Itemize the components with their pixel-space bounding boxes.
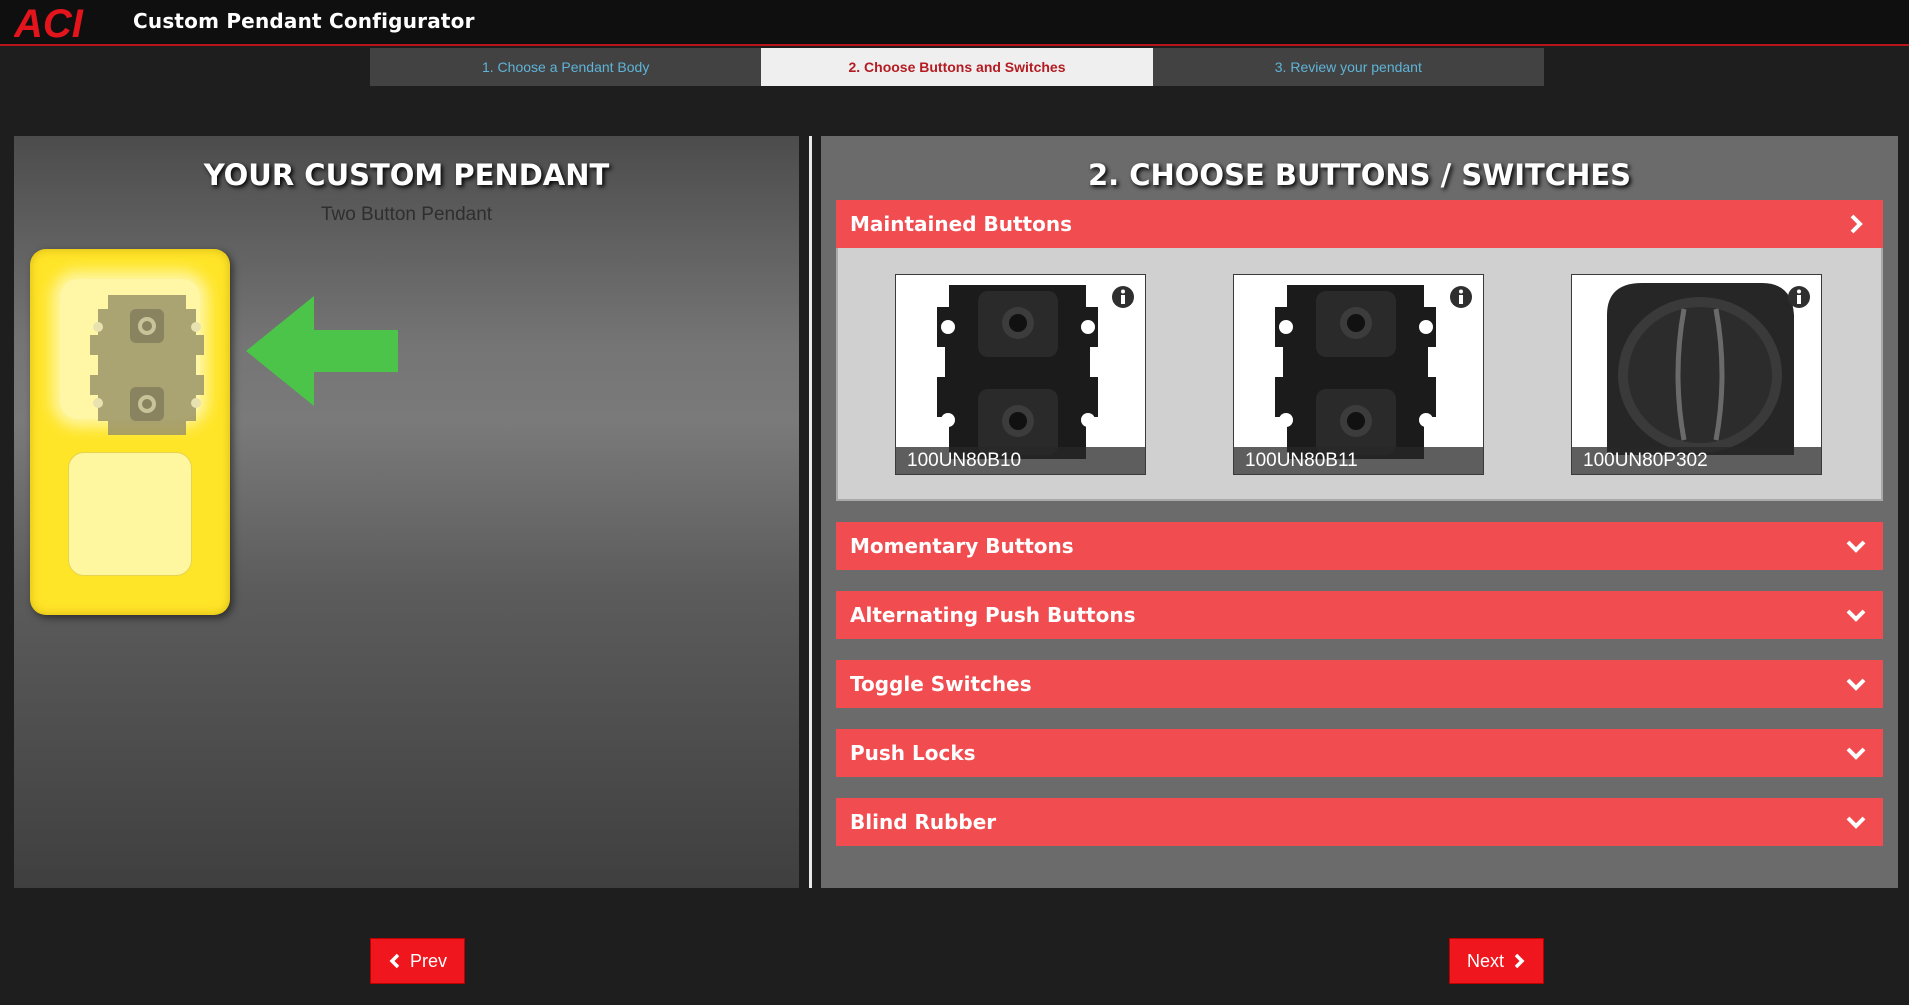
pendant-body <box>30 249 230 615</box>
product-code: 100UN80B11 <box>1234 447 1483 474</box>
next-label: Next <box>1466 950 1504 971</box>
section-label: Momentary Buttons <box>850 534 1074 558</box>
button-insert-image <box>937 285 1098 459</box>
tab-choose-pendant-body[interactable]: 1. Choose a Pendant Body <box>370 48 762 86</box>
chevron-down-icon <box>1846 747 1866 760</box>
section-label: Blind Rubber <box>850 810 997 834</box>
section-label: Alternating Push Buttons <box>850 603 1136 627</box>
chevron-right-icon <box>1850 214 1863 234</box>
info-icon[interactable] <box>1787 285 1811 309</box>
next-button[interactable]: Next <box>1449 938 1544 984</box>
logo-text: ACI <box>14 2 84 44</box>
section-label: Maintained Buttons <box>850 212 1072 236</box>
chevron-right-icon <box>1514 953 1525 969</box>
step-tabs: 1. Choose a Pendant Body 2. Choose Butto… <box>370 48 1544 86</box>
button-category-accordion: Maintained Buttons 100UN80B10 100UN80B11… <box>836 200 1883 846</box>
choose-buttons-title: 2. CHOOSE BUTTONS / SWITCHES <box>1087 158 1632 192</box>
product-card-100UN80B11[interactable]: 100UN80B11 <box>1233 274 1484 475</box>
top-bar: ACI Custom Pendant Configurator <box>0 0 1909 46</box>
app-title: Custom Pendant Configurator <box>133 9 475 33</box>
chevron-down-icon <box>1846 609 1866 622</box>
product-card-100UN80P302[interactable]: 100UN80P302 <box>1571 274 1822 475</box>
chevron-left-icon <box>389 953 400 969</box>
pendant-preview-panel: YOUR CUSTOM PENDANT Two Button Pendant <box>14 136 799 888</box>
section-push-locks[interactable]: Push Locks <box>836 729 1883 777</box>
prev-label: Prev <box>409 950 447 971</box>
info-icon[interactable] <box>1449 285 1473 309</box>
tab-choose-buttons-switches[interactable]: 2. Choose Buttons and Switches <box>761 48 1153 86</box>
arrow-left-icon <box>246 296 398 406</box>
info-icon[interactable] <box>1111 285 1135 309</box>
pendant-slot-2[interactable] <box>68 452 192 576</box>
product-card-100UN80B10[interactable]: 100UN80B10 <box>895 274 1146 475</box>
aci-logo[interactable]: ACI <box>14 0 100 44</box>
pendant-name: Two Button Pendant <box>320 204 493 225</box>
chevron-down-icon <box>1846 540 1866 553</box>
section-alternating-push-buttons[interactable]: Alternating Push Buttons <box>836 591 1883 639</box>
tab-review-pendant[interactable]: 3. Review your pendant <box>1152 48 1544 86</box>
chevron-down-icon <box>1846 816 1866 829</box>
panel-divider <box>809 136 812 888</box>
chevron-down-icon <box>1846 678 1866 691</box>
maintained-buttons-list: 100UN80B10 100UN80B11 100UN80P302 <box>836 248 1883 501</box>
choose-buttons-panel: 2. CHOOSE BUTTONS / SWITCHES Maintained … <box>821 136 1898 888</box>
pendant-preview-title: YOUR CUSTOM PENDANT <box>203 158 610 192</box>
product-code: 100UN80B10 <box>896 447 1145 474</box>
section-maintained-buttons[interactable]: Maintained Buttons <box>836 200 1883 248</box>
section-label: Push Locks <box>850 741 976 765</box>
section-toggle-switches[interactable]: Toggle Switches <box>836 660 1883 708</box>
rubber-boot-image <box>1607 283 1794 455</box>
section-momentary-buttons[interactable]: Momentary Buttons <box>836 522 1883 570</box>
button-insert-image <box>1275 285 1436 459</box>
selected-button-icon <box>90 295 204 435</box>
section-label: Toggle Switches <box>850 672 1032 696</box>
section-blind-rubber[interactable]: Blind Rubber <box>836 798 1883 846</box>
prev-button[interactable]: Prev <box>370 938 465 984</box>
pendant-slot-1[interactable] <box>60 279 204 435</box>
product-code: 100UN80P302 <box>1572 447 1821 474</box>
